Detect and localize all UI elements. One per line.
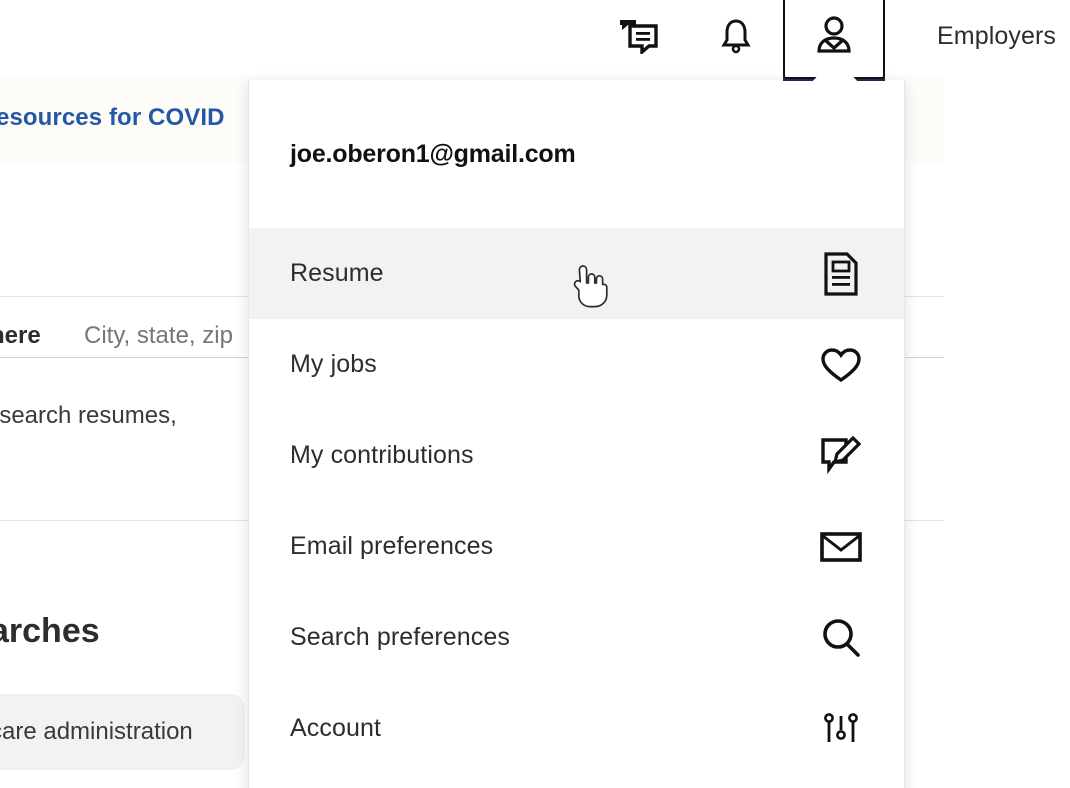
menu-item-label: My contributions: [290, 441, 474, 470]
menu-item-label: Search preferences: [290, 623, 510, 652]
recent-search-chip-label: care administration: [0, 718, 193, 746]
menu-item-search-preferences[interactable]: Search preferences: [249, 592, 904, 683]
account-icon: [813, 15, 855, 62]
envelope-icon: [819, 530, 863, 564]
messages-button[interactable]: [587, 0, 689, 76]
menu-item-label: Resume: [290, 259, 384, 288]
employers-link[interactable]: Employers: [937, 22, 1056, 51]
search-what-input[interactable]: here: [0, 322, 41, 350]
recent-searches-heading: arches: [0, 612, 100, 651]
sliders-icon: [819, 712, 863, 746]
menu-item-label: Account: [290, 714, 381, 743]
menu-item-account[interactable]: Account: [249, 683, 904, 774]
bell-icon: [719, 17, 753, 60]
search-icon: [819, 617, 863, 659]
account-email: joe.oberon1@gmail.com: [249, 140, 576, 169]
menu-item-my-jobs[interactable]: My jobs: [249, 319, 904, 410]
menu-item-email-preferences[interactable]: Email preferences: [249, 501, 904, 592]
document-icon: [819, 252, 863, 296]
menu-item-label: My jobs: [290, 350, 377, 379]
notifications-button[interactable]: [685, 0, 787, 76]
heart-icon: [819, 346, 863, 384]
messages-icon: [617, 18, 659, 59]
search-where-input[interactable]: City, state, zip: [84, 322, 233, 350]
account-dropdown-menu: joe.oberon1@gmail.com Resume My jobs: [248, 80, 905, 788]
page-tagline: , search resumes,: [0, 402, 177, 430]
menu-item-label: Email preferences: [290, 532, 493, 561]
edit-bubble-icon: [819, 435, 863, 477]
dropdown-email-header: joe.oberon1@gmail.com: [249, 80, 904, 228]
menu-item-my-contributions[interactable]: My contributions: [249, 410, 904, 501]
menu-item-resume[interactable]: Resume: [249, 228, 904, 319]
dropdown-caret: [811, 57, 859, 83]
screen: esources for COVID here City, state, zip…: [0, 0, 1070, 788]
covid-banner-link[interactable]: esources for COVID: [0, 104, 225, 132]
top-header-bar: [0, 0, 1070, 76]
